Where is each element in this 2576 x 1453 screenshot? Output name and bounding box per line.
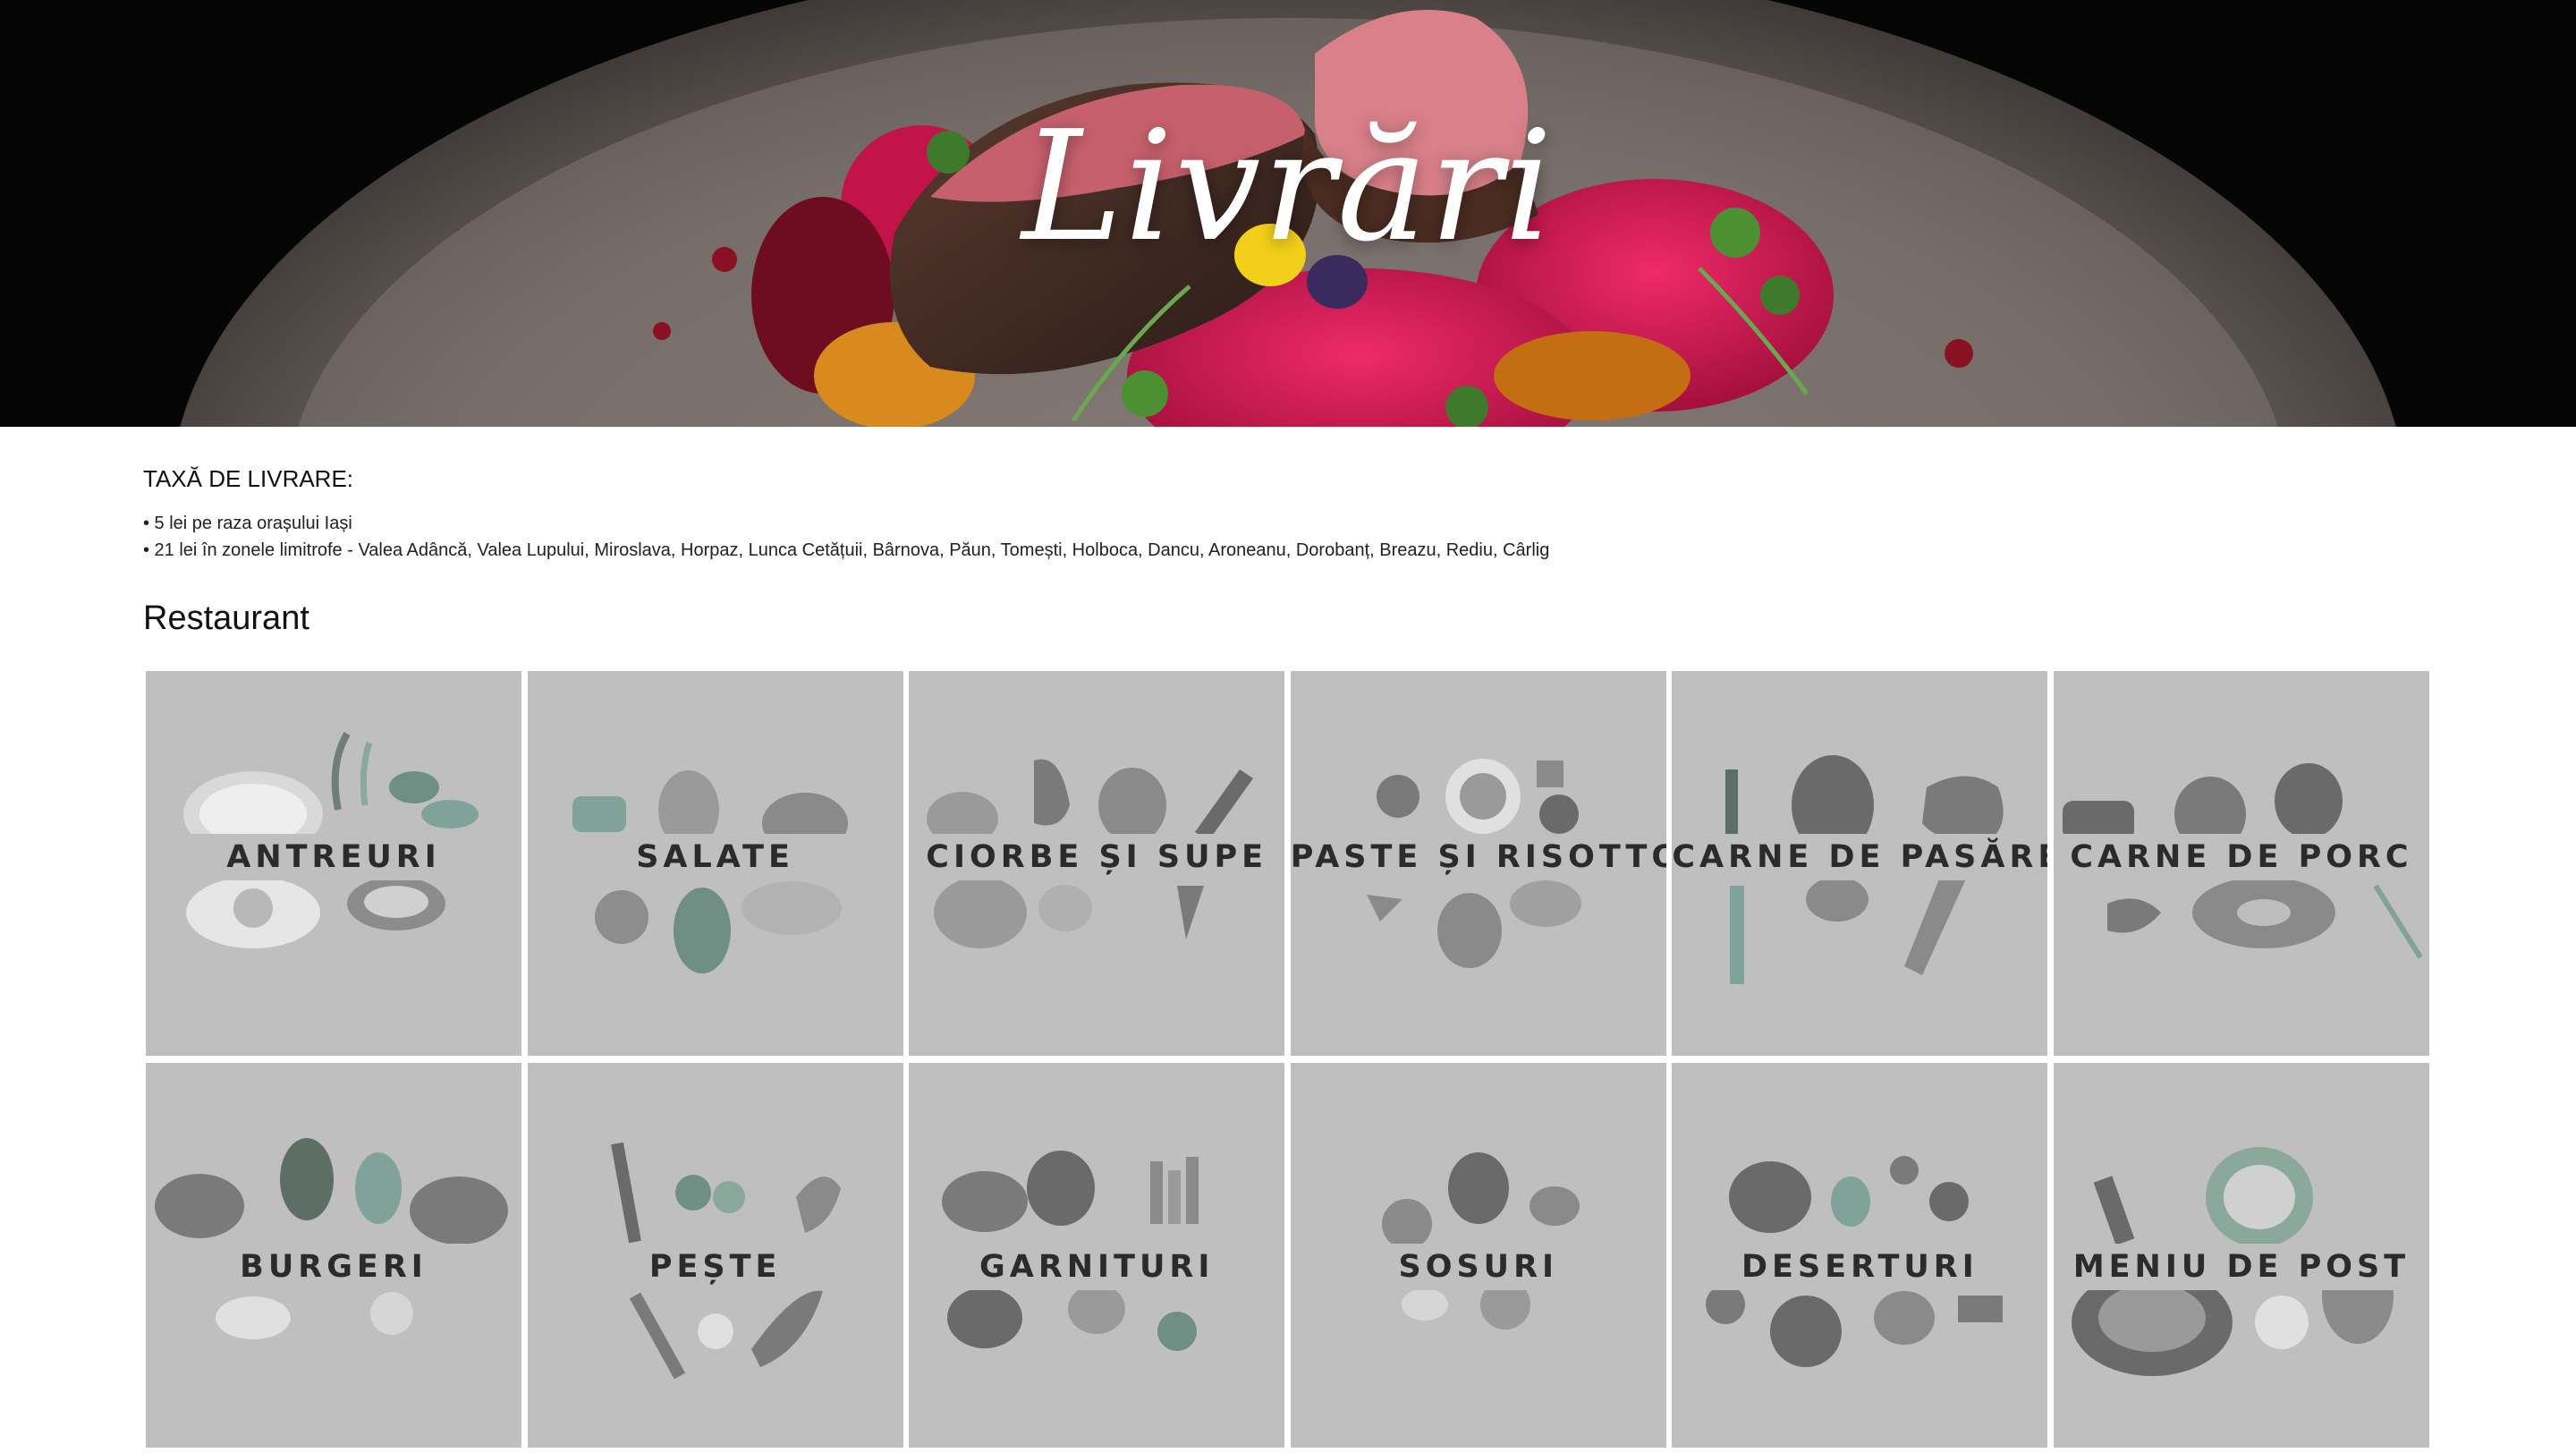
category-tile-meniu-de-post[interactable]: MENIU DE POST [2053, 1063, 2429, 1448]
category-tile-burgeri[interactable]: BURGERI [146, 1063, 521, 1448]
category-label: PASTE ȘI RISOTTO [1290, 834, 1666, 880]
category-label: PEȘTE [527, 1244, 903, 1290]
page-title: Livrări [1021, 98, 1555, 276]
delivery-fee-list: • 5 lei pe raza orașului Iași • 21 lei î… [143, 510, 1549, 564]
category-label: MENIU DE POST [2053, 1244, 2429, 1290]
category-tile-antreuri[interactable]: ANTREURI [146, 671, 521, 1056]
category-label: SOSURI [1290, 1244, 1666, 1290]
category-tile-deserturi[interactable]: DESERTURI [1672, 1063, 2048, 1448]
category-tile-peste[interactable]: PEȘTE [527, 1063, 903, 1448]
category-label: CARNE DE PASĂRE [1672, 834, 2048, 880]
hero-banner: Livrări [0, 0, 2576, 427]
category-label: CIORBE ȘI SUPE [909, 834, 1285, 880]
category-label: BURGERI [146, 1244, 521, 1290]
category-label: ANTREURI [146, 834, 521, 880]
category-tile-garnituri[interactable]: GARNITURI [909, 1063, 1285, 1448]
category-tile-salate[interactable]: SALATE [527, 671, 903, 1056]
delivery-fee-heading: TAXĂ DE LIVRARE: [143, 465, 354, 492]
restaurant-section-title: Restaurant [143, 599, 309, 637]
category-tile-paste-si-risotto[interactable]: PASTE ȘI RISOTTO [1290, 671, 1666, 1056]
category-label: CARNE DE PORC [2053, 834, 2429, 880]
category-label: DESERTURI [1672, 1244, 2048, 1290]
category-tile-carne-de-pasare[interactable]: CARNE DE PASĂRE [1672, 671, 2048, 1056]
category-label: GARNITURI [909, 1244, 1285, 1290]
delivery-fee-city: • 5 lei pe raza orașului Iași [143, 514, 352, 533]
category-tile-carne-de-porc[interactable]: CARNE DE PORC [2053, 671, 2429, 1056]
category-tile-sosuri[interactable]: SOSURI [1290, 1063, 1666, 1448]
category-tile-ciorbe-si-supe[interactable]: CIORBE ȘI SUPE [909, 671, 1285, 1056]
category-grid: ANTREURI SALATE CIORBE ȘI SUPE PASTE ȘI … [146, 671, 2429, 1056]
delivery-fee-surroundings: • 21 lei în zonele limitrofe - Valea Adâ… [143, 540, 1550, 560]
category-label: SALATE [527, 834, 903, 880]
category-grid-row-2: BURGERI PEȘTE GARNITURI SOSURI DESERTURI… [146, 1063, 2429, 1448]
